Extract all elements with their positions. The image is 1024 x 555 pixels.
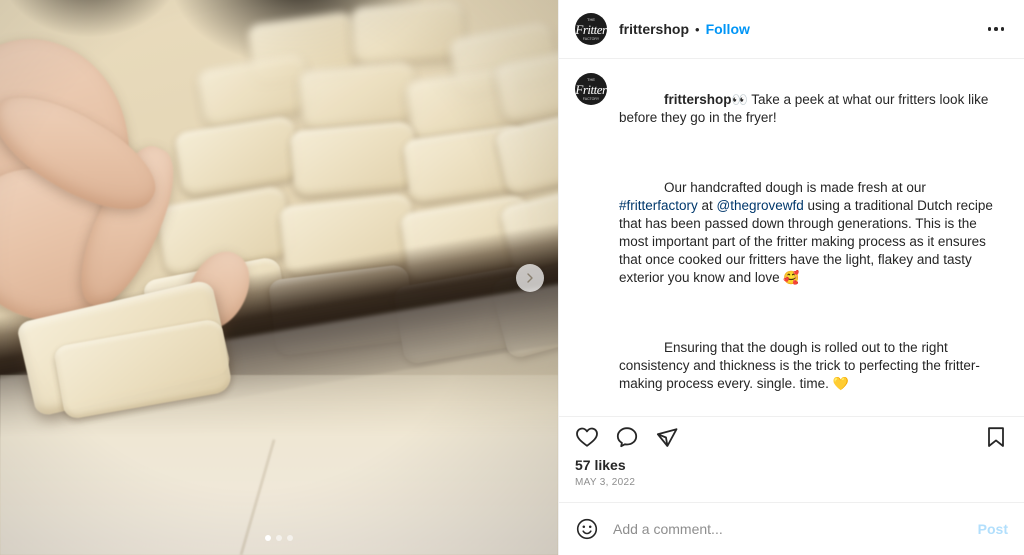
- comment-bubble-icon: [616, 427, 638, 448]
- caption-avatar[interactable]: THE Fritter FACTORY: [575, 73, 607, 105]
- share-paper-plane-icon: [656, 428, 678, 447]
- header-username[interactable]: frittershop: [619, 21, 689, 37]
- likes-count[interactable]: 57 likes: [559, 453, 1024, 473]
- shop-avatar[interactable]: THE Fritter FACTORY: [575, 13, 607, 45]
- post-media-pane[interactable]: [0, 0, 558, 555]
- caption-p3-text: Ensuring that the dough is rolled out to…: [619, 340, 980, 391]
- bookmark-icon: [988, 427, 1004, 447]
- post-photo: [0, 0, 558, 555]
- caption-paragraph-3: Ensuring that the dough is rolled out to…: [619, 321, 1008, 411]
- carousel-next-button[interactable]: [516, 263, 544, 292]
- smiling-hearts-emoji: 🥰: [783, 270, 800, 285]
- caption-paragraph-1: frittershop👀 Take a peek at what our fri…: [619, 73, 1008, 145]
- add-comment-bar: Post: [559, 502, 1024, 555]
- add-comment-input[interactable]: [613, 521, 964, 537]
- post-action-bar: [559, 416, 1024, 453]
- carousel-dot-1[interactable]: [265, 535, 271, 541]
- post-header: THE Fritter FACTORY frittershop • Follow: [559, 0, 1024, 59]
- post-comment-button[interactable]: Post: [978, 521, 1008, 537]
- caption-p2-part2: at: [697, 198, 717, 213]
- caption-p2-part1: Our handcrafted dough is made fresh at o…: [664, 180, 930, 195]
- post-content-scroll[interactable]: THE Fritter FACTORY frittershop👀 Take a …: [559, 59, 1024, 416]
- hashtag-fritterfactory[interactable]: #fritterfactory: [619, 198, 698, 213]
- carousel-dots: [265, 535, 293, 541]
- carousel-dot-3[interactable]: [287, 535, 293, 541]
- caption-paragraph-2: Our handcrafted dough is made fresh at o…: [619, 161, 1008, 305]
- follow-button[interactable]: Follow: [706, 21, 750, 37]
- heart-icon: [576, 427, 598, 447]
- header-separator: •: [695, 21, 700, 37]
- caption-block: THE Fritter FACTORY frittershop👀 Take a …: [559, 59, 1024, 416]
- carousel-dot-2[interactable]: [276, 535, 282, 541]
- share-button[interactable]: [655, 425, 679, 449]
- chevron-right-icon: [527, 272, 533, 283]
- comment-button[interactable]: [615, 425, 639, 449]
- caption-username[interactable]: frittershop: [664, 92, 732, 107]
- save-button[interactable]: [984, 425, 1008, 449]
- yellow-heart-emoji: 💛: [832, 376, 849, 391]
- emoji-smiley-icon[interactable]: [575, 517, 599, 541]
- post-date: MAY 3, 2022: [575, 477, 636, 488]
- mention-thegrovewfd[interactable]: @thegrovewfd: [717, 198, 804, 213]
- more-options-icon[interactable]: [984, 17, 1008, 41]
- eyes-emoji: 👀: [731, 92, 748, 107]
- instagram-post: THE Fritter FACTORY frittershop • Follow…: [0, 0, 1024, 555]
- post-side-panel: THE Fritter FACTORY frittershop • Follow…: [558, 0, 1024, 555]
- like-button[interactable]: [575, 425, 599, 449]
